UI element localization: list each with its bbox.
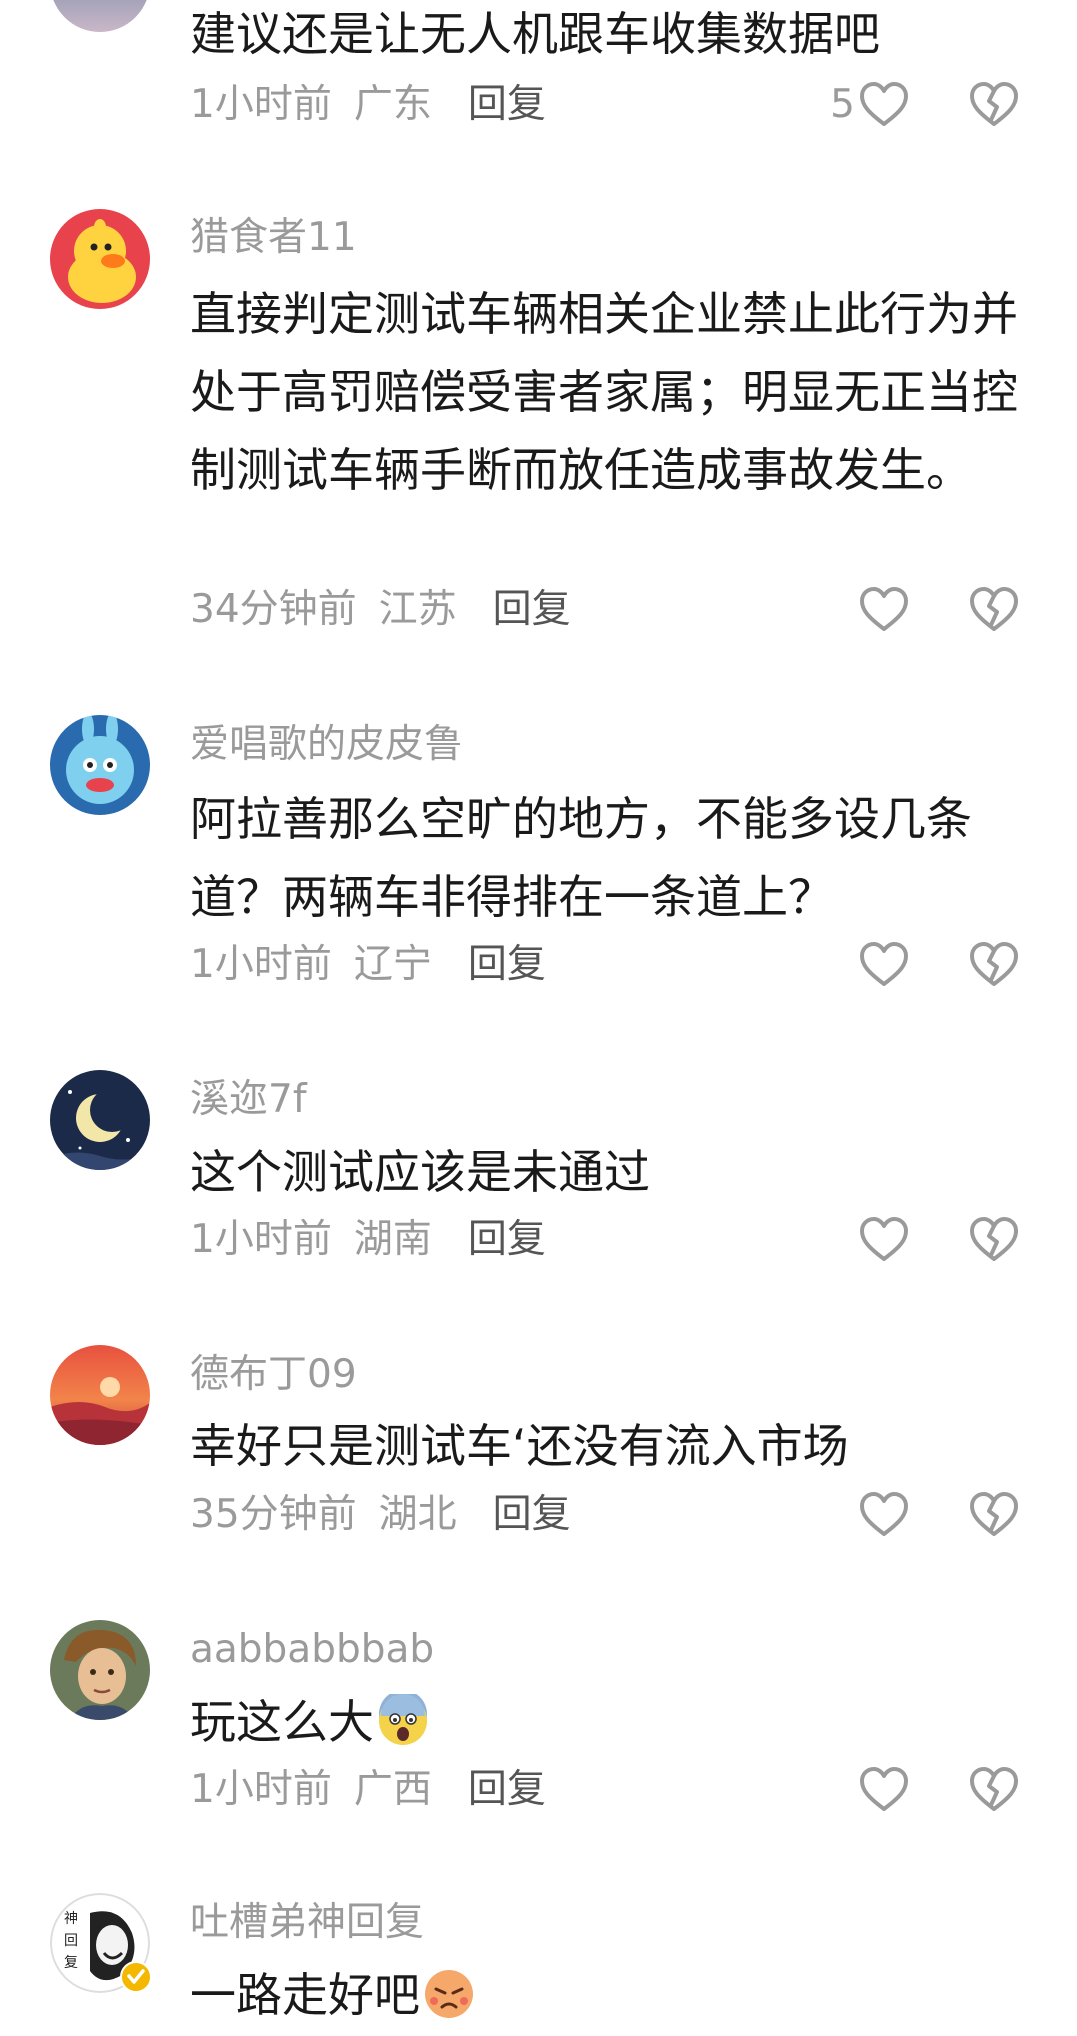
heart-outline-icon[interactable] — [858, 940, 910, 992]
broken-heart-outline-icon[interactable] — [968, 80, 1020, 132]
comment-text: 幸好只是测试车‘还没有流入市场 — [190, 1419, 849, 1473]
comment-username[interactable]: 爱唱歌的皮皮鲁 — [190, 720, 463, 770]
avatar[interactable]: 神回复 — [50, 1893, 152, 1993]
comment-location: 湖北 — [378, 1492, 457, 1537]
avatar[interactable] — [50, 1620, 150, 1720]
comment-username[interactable]: 猎食者11 — [190, 213, 357, 263]
reply-button[interactable]: 回复 — [493, 587, 571, 632]
comment-time: 1小时前 — [190, 1767, 332, 1812]
heart-outline-icon[interactable] — [858, 1215, 910, 1267]
svg-text:回: 回 — [64, 1933, 78, 1949]
broken-heart-outline-icon[interactable] — [968, 1765, 1020, 1817]
reply-button[interactable]: 回复 — [468, 82, 546, 127]
comment-location: 广东 — [353, 82, 432, 127]
comment-location: 江苏 — [378, 587, 457, 632]
avatar[interactable] — [50, 209, 150, 309]
broken-heart-outline-icon[interactable] — [968, 585, 1020, 637]
comment-text: 建议还是让无人机跟车收集数据吧 — [190, 7, 880, 61]
comment-text: 直接判定测试车辆相关企业禁止此行为并处于高罚赔偿受害者家属；明显无正当控制测试车… — [190, 287, 1018, 497]
like-count: 5 — [830, 82, 855, 127]
avatar[interactable] — [50, 1070, 150, 1170]
comment-meta: 1小时前 湖南 回复 — [190, 1215, 546, 1265]
reply-button[interactable]: 回复 — [468, 942, 546, 987]
verified-badge-icon — [120, 1961, 152, 1993]
comment-text: 这个测试应该是未通过 — [190, 1145, 650, 1199]
comment-location: 湖南 — [353, 1217, 432, 1262]
avatar[interactable] — [50, 1345, 150, 1445]
comment-time: 34分钟前 — [190, 587, 357, 632]
comment-text-content: 一路走好吧 — [190, 1968, 420, 2022]
comment-text: 阿拉善那么空旷的地方，不能多设几条道？两辆车非得排在一条道上？ — [190, 792, 972, 924]
comment-text: 玩这么大 — [190, 1683, 1040, 1761]
comment-meta: 1小时前 广东 回复 — [190, 80, 546, 130]
comment-meta: 1小时前 广西 回复 — [190, 1765, 546, 1815]
broken-heart-outline-icon[interactable] — [968, 1215, 1020, 1267]
comment-time: 1小时前 — [190, 82, 332, 127]
avatar[interactable] — [50, 715, 150, 815]
comment-time: 35分钟前 — [190, 1492, 357, 1537]
broken-heart-outline-icon[interactable] — [968, 940, 1020, 992]
comment-username[interactable]: 德布丁09 — [190, 1350, 357, 1400]
comment-text-content: 玩这么大 — [190, 1695, 374, 1749]
comment-time: 1小时前 — [190, 942, 332, 987]
comment-username[interactable]: 吐槽弟神回复 — [190, 1898, 424, 1948]
heart-outline-icon[interactable] — [858, 585, 910, 637]
avatar[interactable] — [50, 0, 150, 32]
fearful-face-emoji — [376, 1694, 430, 1748]
comment-meta: 34分钟前 江苏 回复 — [190, 585, 571, 635]
heart-outline-icon[interactable] — [858, 1765, 910, 1817]
reply-button[interactable]: 回复 — [468, 1217, 546, 1262]
comment-meta: 35分钟前 湖北 回复 — [190, 1490, 571, 1540]
heart-outline-icon[interactable] — [858, 80, 910, 132]
pouting-face-emoji — [422, 1967, 476, 2021]
broken-heart-outline-icon[interactable] — [968, 1490, 1020, 1542]
comment-username[interactable]: 溪迩7f — [190, 1075, 307, 1125]
comment-location: 辽宁 — [353, 942, 432, 987]
svg-text:复: 复 — [64, 1954, 78, 1971]
reply-button[interactable]: 回复 — [468, 1767, 546, 1812]
comment-username[interactable]: aabbabbbab — [190, 1625, 434, 1675]
reply-button[interactable]: 回复 — [493, 1492, 571, 1537]
svg-text:神: 神 — [64, 1911, 78, 1927]
comment-time: 1小时前 — [190, 1217, 332, 1262]
comment-text: 一路走好吧 — [190, 1956, 1040, 2034]
heart-outline-icon[interactable] — [858, 1490, 910, 1542]
comment-location: 广西 — [353, 1767, 432, 1812]
comment-meta: 1小时前 辽宁 回复 — [190, 940, 546, 990]
